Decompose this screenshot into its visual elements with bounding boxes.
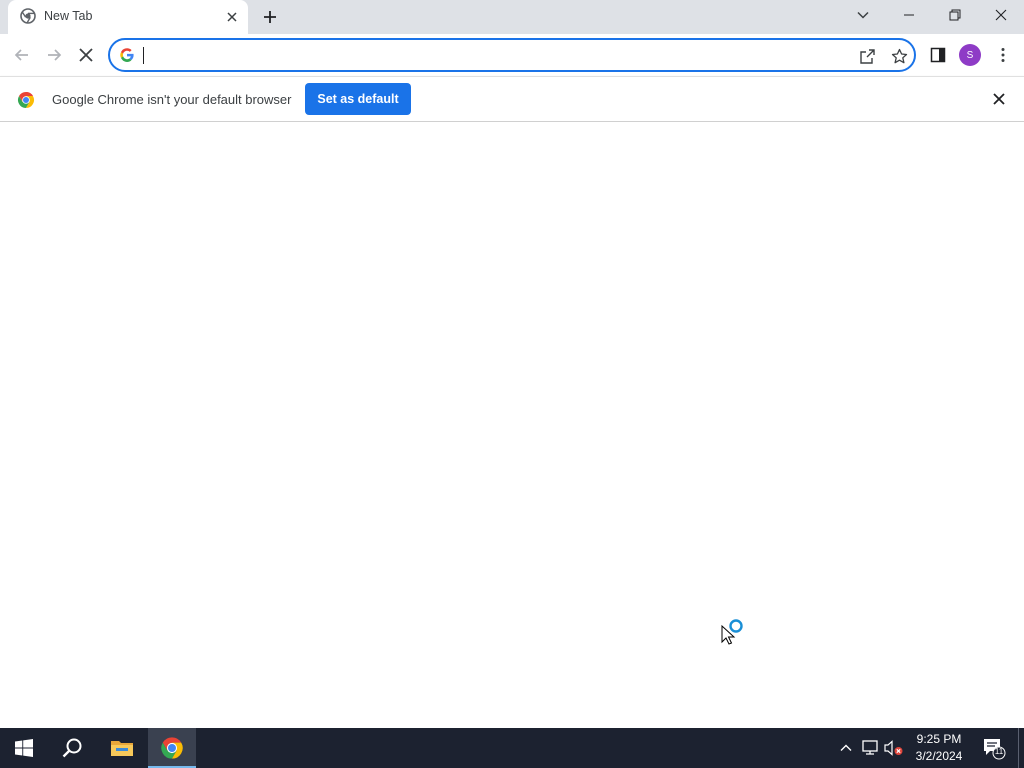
start-button[interactable] [0, 728, 48, 768]
system-clock[interactable]: 9:25 PM 3/2/2024 [904, 731, 974, 765]
restore-button[interactable] [932, 0, 978, 30]
stop-loading-button[interactable] [73, 42, 99, 68]
network-tray-button[interactable] [860, 738, 880, 758]
file-explorer-icon [111, 741, 133, 756]
show-desktop-button[interactable] [1018, 728, 1024, 768]
notification-count: 11 [994, 747, 1004, 756]
search-button[interactable] [48, 728, 96, 768]
chrome-taskbar-button[interactable] [148, 728, 196, 768]
omnibox-input[interactable] [142, 45, 842, 65]
restore-icon [949, 9, 961, 21]
chrome-menu-button[interactable] [990, 42, 1016, 68]
windows-taskbar: 9:25 PM 3/2/2024 11 [0, 728, 1024, 768]
browser-toolbar: S [0, 34, 1024, 76]
chrome-favicon-icon [20, 8, 36, 24]
tab-close-icon[interactable] [224, 9, 240, 25]
bookmark-button[interactable] [889, 46, 909, 66]
share-icon [859, 48, 875, 64]
chrome-icon [161, 737, 183, 759]
file-explorer-button[interactable] [98, 728, 146, 768]
kebab-menu-icon [1001, 48, 1005, 62]
back-button[interactable] [9, 42, 35, 68]
busy-cursor-icon [721, 619, 743, 645]
page-content[interactable] [0, 122, 1024, 728]
minimize-button[interactable] [886, 0, 932, 30]
infobar-close-icon[interactable] [991, 91, 1007, 107]
tab-search-button[interactable] [840, 0, 886, 30]
share-button[interactable] [857, 46, 877, 66]
chevron-down-icon [857, 11, 869, 19]
address-bar[interactable] [108, 38, 916, 72]
arrow-right-icon [48, 49, 62, 61]
clock-date: 3/2/2024 [915, 749, 963, 763]
network-icon [862, 740, 878, 755]
clock-time: 9:25 PM [916, 732, 962, 746]
forward-button[interactable] [41, 42, 67, 68]
chevron-up-icon [840, 744, 852, 751]
close-icon [995, 9, 1007, 21]
start-icon [15, 739, 33, 757]
tab-title: New Tab [44, 9, 93, 23]
side-panel-icon [930, 47, 946, 63]
infobar-message: Google Chrome isn't your default browser [52, 92, 292, 107]
chrome-logo-icon [17, 92, 35, 108]
tab-new-tab[interactable]: New Tab [8, 0, 248, 34]
profile-avatar[interactable]: S [959, 44, 981, 66]
volume-tray-button[interactable] [884, 738, 904, 758]
action-center-button[interactable]: 11 [982, 736, 1006, 760]
volume-muted-icon [884, 740, 903, 756]
show-hidden-icons-button[interactable] [836, 738, 856, 758]
side-panel-button[interactable] [925, 42, 951, 68]
google-g-icon [120, 48, 134, 62]
star-icon [891, 48, 907, 63]
text-caret [143, 47, 144, 64]
new-tab-plus-icon[interactable] [260, 7, 280, 27]
search-icon [62, 738, 82, 758]
close-window-button[interactable] [978, 0, 1024, 30]
arrow-left-icon [14, 49, 28, 61]
close-icon [79, 48, 93, 62]
tab-strip: New Tab [0, 0, 1024, 34]
default-browser-infobar: Google Chrome isn't your default browser… [0, 76, 1024, 122]
set-as-default-button[interactable]: Set as default [305, 83, 411, 115]
minimize-icon [904, 14, 914, 16]
